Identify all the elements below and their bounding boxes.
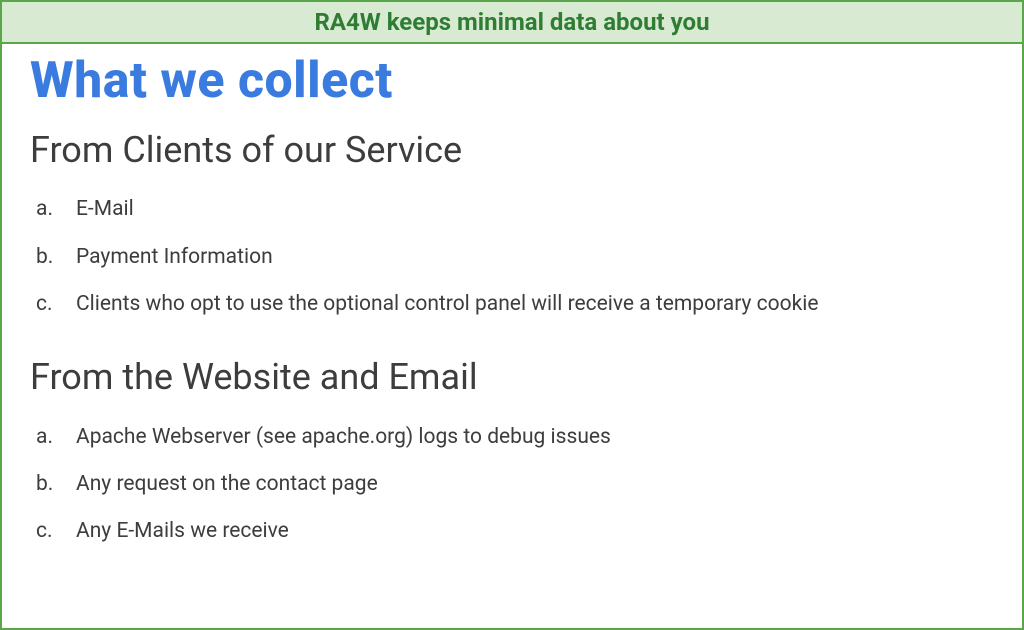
list-item: Apache Webserver (see apache.org) logs t… bbox=[30, 414, 994, 461]
list-item: Any E-Mails we receive bbox=[30, 508, 994, 555]
list-item: Clients who opt to use the optional cont… bbox=[30, 281, 994, 328]
document-frame: RA4W keeps minimal data about you What w… bbox=[0, 0, 1024, 630]
section-heading-clients: From Clients of our Service bbox=[30, 129, 994, 172]
list-item: Any request on the contact page bbox=[30, 461, 994, 508]
page-title: What we collect bbox=[30, 54, 393, 109]
caption-banner: RA4W keeps minimal data about you bbox=[2, 2, 1022, 44]
list-clients: E-Mail Payment Information Clients who o… bbox=[30, 186, 994, 328]
caption-text: RA4W keeps minimal data about you bbox=[314, 8, 709, 36]
list-item: E-Mail bbox=[30, 186, 994, 233]
list-website: Apache Webserver (see apache.org) logs t… bbox=[30, 414, 994, 556]
list-item: Payment Information bbox=[30, 234, 994, 281]
section-heading-website: From the Website and Email bbox=[30, 356, 994, 399]
document-body: What we collect From Clients of our Serv… bbox=[2, 44, 1022, 628]
